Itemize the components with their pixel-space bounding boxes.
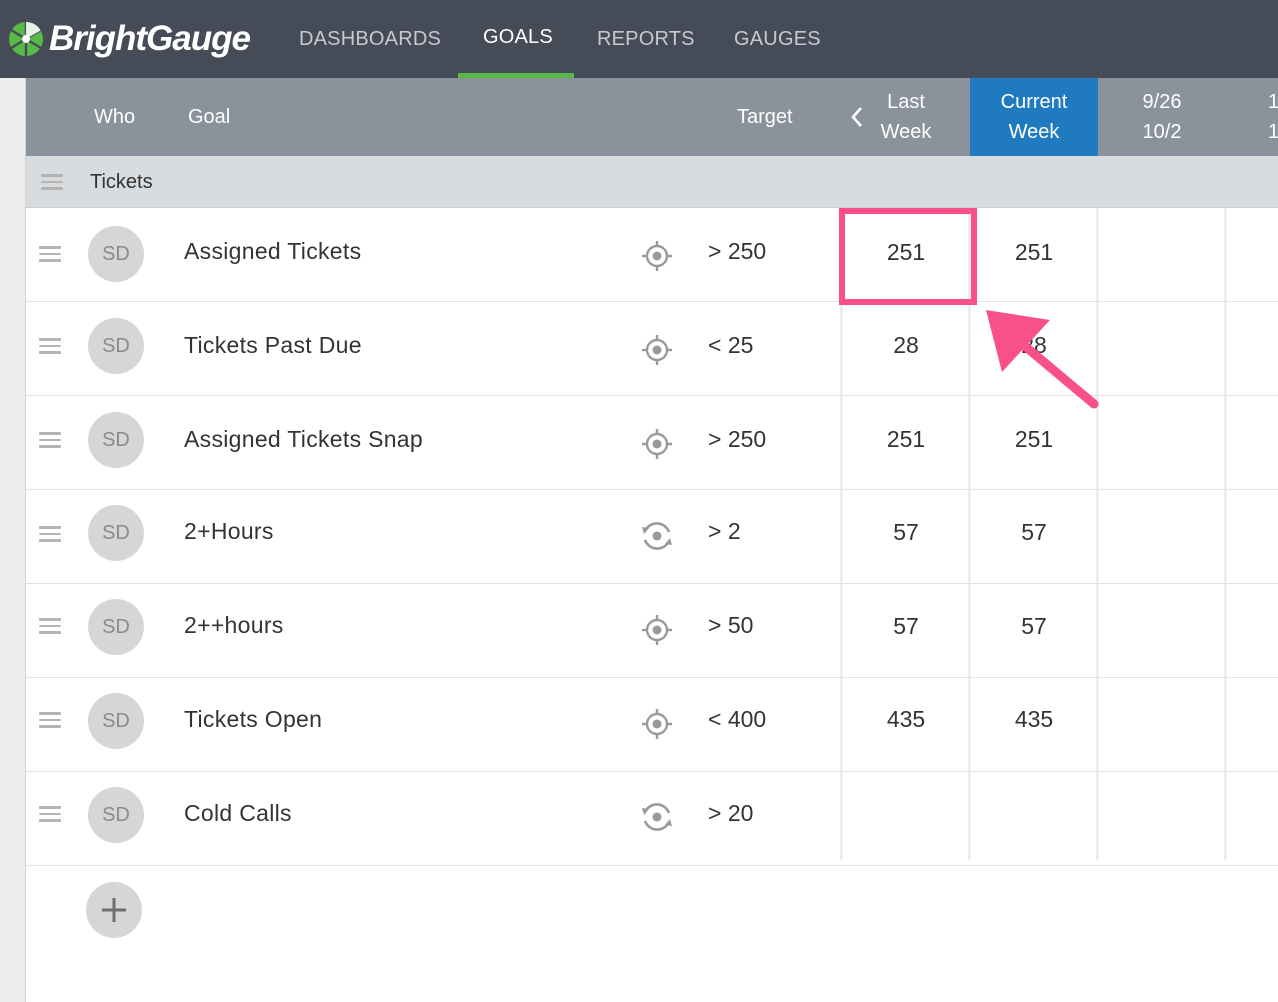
add-goal-button[interactable] xyxy=(86,882,142,938)
header-goal: Goal xyxy=(188,105,231,128)
row-drag-handle-icon[interactable] xyxy=(39,432,61,448)
goal-name[interactable]: 2++hours xyxy=(184,612,284,639)
target-icon[interactable] xyxy=(640,333,674,367)
goal-name[interactable]: Assigned Tickets Snap xyxy=(184,426,423,453)
table-row[interactable]: SD 2+Hours > 2 57 57 xyxy=(26,490,1278,584)
target-value: > 250 xyxy=(708,426,767,452)
target-value: > 2 xyxy=(708,518,741,544)
brand-name: BrightGauge xyxy=(49,19,251,58)
top-nav-bar: BrightGauge DASHBOARDS GOALS REPORTS GAU… xyxy=(0,0,1278,78)
table-row[interactable]: SD Assigned Tickets > 250 251 251 xyxy=(26,208,1278,302)
target-value: > 250 xyxy=(708,238,767,264)
nav-reports[interactable]: REPORTS xyxy=(597,0,695,78)
highlight-box xyxy=(839,208,977,305)
target-icon[interactable] xyxy=(640,427,674,461)
current-week-value[interactable]: 251 xyxy=(970,239,1098,266)
brightgauge-logo-icon xyxy=(9,21,43,57)
last-week-value[interactable]: 57 xyxy=(842,519,970,546)
refresh-target-icon[interactable] xyxy=(640,800,674,834)
header-who: Who xyxy=(94,105,136,128)
header-current-week-line1: Current xyxy=(1000,91,1068,113)
target-value: < 25 xyxy=(708,332,754,358)
table-row[interactable]: SD 2++hours > 50 57 57 xyxy=(26,584,1278,678)
target-value: < 400 xyxy=(708,706,767,732)
target-icon[interactable] xyxy=(640,613,674,647)
row-drag-handle-icon[interactable] xyxy=(39,806,61,822)
row-drag-handle-icon[interactable] xyxy=(39,338,61,354)
row-drag-handle-icon[interactable] xyxy=(39,246,61,262)
chevron-left-icon xyxy=(851,107,862,127)
annotation-arrow-icon xyxy=(986,310,1099,409)
avatar: SD xyxy=(88,318,144,374)
avatar: SD xyxy=(88,505,144,561)
header-current-week-line2: Week xyxy=(1008,121,1060,143)
header-week3-line1: 9/26 xyxy=(1142,91,1182,113)
table-row[interactable]: SD Tickets Open < 400 435 435 xyxy=(26,678,1278,772)
row-drag-handle-icon[interactable] xyxy=(39,712,61,728)
last-week-value[interactable]: 28 xyxy=(842,332,970,359)
target-icon[interactable] xyxy=(640,239,674,273)
goal-name[interactable]: Tickets Open xyxy=(184,706,322,733)
nav-dashboards[interactable]: DASHBOARDS xyxy=(299,0,441,78)
avatar: SD xyxy=(88,693,144,749)
current-week-value[interactable]: 435 xyxy=(970,706,1098,733)
goal-name[interactable]: 2+Hours xyxy=(184,518,274,545)
current-week-value[interactable]: 57 xyxy=(970,519,1098,546)
avatar: SD xyxy=(88,787,144,843)
last-week-value[interactable]: 57 xyxy=(842,613,970,640)
goals-table-header: Who Goal Target Last Week Current Week 9… xyxy=(26,78,1278,156)
section-title: Tickets xyxy=(90,171,153,193)
last-week-value[interactable]: 251 xyxy=(842,426,970,453)
row-drag-handle-icon[interactable] xyxy=(39,618,61,634)
target-icon[interactable] xyxy=(640,707,674,741)
current-week-value[interactable]: 57 xyxy=(970,613,1098,640)
header-week3-line2: 10/2 xyxy=(1142,121,1182,143)
refresh-target-icon[interactable] xyxy=(640,519,674,553)
avatar: SD xyxy=(88,226,144,282)
row-drag-handle-icon[interactable] xyxy=(39,526,61,542)
section-drag-handle-icon[interactable] xyxy=(41,174,63,190)
target-value: > 50 xyxy=(708,612,754,638)
header-week4-line1: 1 xyxy=(1268,91,1278,113)
header-week-9-26[interactable]: 9/26 10/2 xyxy=(1098,78,1226,156)
current-week-value[interactable]: 251 xyxy=(970,426,1098,453)
avatar: SD xyxy=(88,412,144,468)
header-week4-line2: 1 xyxy=(1268,121,1278,143)
target-value: > 20 xyxy=(708,800,754,826)
nav-goals[interactable]: GOALS xyxy=(483,0,553,76)
goal-name[interactable]: Tickets Past Due xyxy=(184,332,362,359)
plus-icon xyxy=(102,898,126,922)
brand-logo[interactable]: BrightGauge xyxy=(8,17,251,61)
header-week-next[interactable]: 1 1 xyxy=(1268,78,1278,156)
table-row[interactable]: SD Cold Calls > 20 xyxy=(26,772,1278,866)
header-last-week-line1: Last xyxy=(887,91,925,113)
nav-gauges[interactable]: GAUGES xyxy=(734,0,821,78)
previous-week-button[interactable] xyxy=(846,102,868,132)
header-current-week[interactable]: Current Week xyxy=(970,78,1098,156)
section-tickets: Tickets xyxy=(26,156,1278,208)
header-last-week[interactable]: Last Week xyxy=(870,78,942,156)
goals-panel: Who Goal Target Last Week Current Week 9… xyxy=(26,78,1278,1002)
goal-name[interactable]: Cold Calls xyxy=(184,800,292,827)
header-target: Target xyxy=(737,105,793,128)
left-rail xyxy=(0,78,26,1002)
avatar: SD xyxy=(88,599,144,655)
last-week-value[interactable]: 435 xyxy=(842,706,970,733)
header-last-week-line2: Week xyxy=(880,121,932,143)
goal-name[interactable]: Assigned Tickets xyxy=(184,238,361,265)
